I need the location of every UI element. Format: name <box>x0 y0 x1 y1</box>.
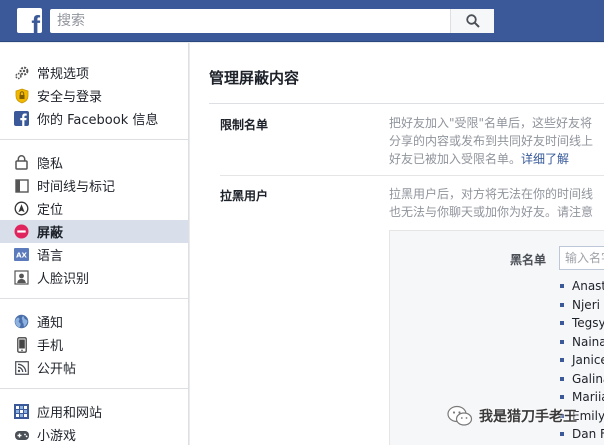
location-icon <box>13 200 30 217</box>
sidebar-item-general[interactable]: 常规选项 <box>0 61 188 84</box>
sidebar-item-blocking[interactable]: 屏蔽 <box>0 220 188 243</box>
restricted-list-description: 把好友加入"受限"名单后，这些好友将 分享的内容或发布到共同好友时间线上 好友已… <box>389 114 593 168</box>
sidebar-item-privacy[interactable]: 隐私 <box>0 151 188 174</box>
restricted-line-3-text: 好友已被加入受限名单。 <box>389 152 522 166</box>
watermark-text: 我是猎刀手老王 <box>479 409 577 425</box>
blacklist-label: 黑名单 <box>510 253 547 267</box>
sidebar-item-label: 隐私 <box>37 157 64 172</box>
block-users-label: 拉黑用户 <box>220 189 269 203</box>
facebook-icon <box>13 110 30 127</box>
sidebar-item-label: 你的 Facebook 信息 <box>37 113 159 128</box>
sidebar-item-apps[interactable]: 应用和网站 <box>0 400 188 423</box>
block-users-description: 拉黑用户后，对方将无法在你的时间线 也无法与你聊天或加你为好友。请注意 <box>389 185 593 221</box>
restricted-line-1: 把好友加入"受限"名单后，这些好友将 <box>389 116 593 130</box>
sidebar-item-security[interactable]: 安全与登录 <box>0 84 188 107</box>
page-title: 管理屏蔽内容 <box>209 69 300 87</box>
sidebar-item-label: 语言 <box>37 249 64 264</box>
sidebar-item-public-posts[interactable]: 公开帖 <box>0 356 188 379</box>
sidebar-item-notifications[interactable]: 通知 <box>0 310 188 333</box>
search-input[interactable] <box>50 9 446 33</box>
block-users-line-1: 拉黑用户后，对方将无法在你的时间线 <box>389 187 594 201</box>
block-users-line-2: 也无法与你聊天或加你为好友。请注意 <box>389 205 594 219</box>
bullet-icon <box>560 376 564 381</box>
face-icon <box>13 269 30 286</box>
sidebar-item-label: 安全与登录 <box>37 90 103 105</box>
sidebar-item-label: 人脸识别 <box>37 272 90 287</box>
bullet-icon <box>560 302 564 307</box>
watermark: 我是猎刀手老王 <box>447 405 577 427</box>
sidebar-item-location[interactable]: 定位 <box>0 197 188 220</box>
bullet-icon <box>560 284 564 289</box>
bullet-icon <box>560 432 564 437</box>
restricted-line-2: 分享的内容或发布到共同好友时间线上 <box>389 134 594 148</box>
bullet-icon <box>560 321 564 326</box>
sidebar-item-instant-games[interactable]: 小游戏 <box>0 423 188 445</box>
top-bar: f <box>0 0 604 42</box>
sidebar-item-mobile[interactable]: 手机 <box>0 333 188 356</box>
sidebar-item-label: 屏蔽 <box>37 226 64 241</box>
facebook-logo[interactable]: f <box>17 8 42 33</box>
block-icon <box>13 223 30 240</box>
wechat-icon <box>447 405 473 426</box>
sidebar-group-account: 常规选项 安全与登录 你的 Facebook 信息 <box>0 43 188 140</box>
list-item[interactable]: Galina <box>560 370 604 389</box>
list-item[interactable]: Mariia <box>560 388 604 407</box>
list-item[interactable]: Dan F <box>560 425 604 444</box>
list-item[interactable]: Njeri W <box>560 296 604 315</box>
timeline-icon <box>13 177 30 194</box>
sidebar-item-label: 通知 <box>37 316 64 331</box>
lock-icon <box>13 154 30 171</box>
bullet-icon <box>560 339 564 344</box>
section-divider <box>220 175 604 176</box>
sidebar-group-apps: 应用和网站 小游戏 <box>0 389 188 445</box>
bullet-icon <box>560 358 564 363</box>
list-item[interactable]: Janice <box>560 351 604 370</box>
main-content: 管理屏蔽内容 限制名单 把好友加入"受限"名单后，这些好友将 分享的内容或发布到… <box>190 43 604 445</box>
sidebar-item-label: 常规选项 <box>37 67 90 82</box>
search-icon <box>465 14 480 28</box>
sidebar-item-label: 定位 <box>37 203 64 218</box>
search-box <box>50 9 494 33</box>
gears-icon <box>13 64 30 81</box>
bullet-icon <box>560 395 564 400</box>
sidebar-item-timeline[interactable]: 时间线与标记 <box>0 174 188 197</box>
title-divider <box>209 103 604 104</box>
blocked-user-name: Njeri W <box>572 297 604 312</box>
sidebar-item-label: 应用和网站 <box>37 406 103 421</box>
sidebar-item-label: 时间线与标记 <box>37 180 116 195</box>
blocked-user-name: Janice <box>572 353 604 368</box>
games-icon <box>13 426 30 443</box>
rss-icon <box>13 359 30 376</box>
blocked-user-name: Naina <box>572 334 604 349</box>
facebook-logo-letter: f <box>31 10 40 33</box>
shield-icon <box>13 87 30 104</box>
blocked-user-name: Tegsy <box>572 316 604 331</box>
search-button[interactable] <box>450 9 494 33</box>
sidebar-item-face-recognition[interactable]: 人脸识别 <box>0 266 188 289</box>
blacklist-name-input[interactable] <box>559 246 604 270</box>
blocked-user-name: Galina <box>572 371 604 386</box>
sidebar-item-facebook-info[interactable]: 你的 Facebook 信息 <box>0 107 188 130</box>
list-item[interactable]: Anast <box>560 277 604 296</box>
list-item[interactable]: Naina <box>560 333 604 352</box>
sidebar-item-label: 手机 <box>37 339 64 354</box>
sidebar-item-language[interactable]: AX 语言 <box>0 243 188 266</box>
sidebar-item-label: 公开帖 <box>37 362 77 377</box>
language-icon: AX <box>13 246 30 263</box>
globe-icon <box>13 313 30 330</box>
sidebar-item-label: 小游戏 <box>37 429 77 444</box>
list-item[interactable]: Tegsy <box>560 314 604 333</box>
apps-icon <box>13 403 30 420</box>
blocked-user-name: Anast <box>572 279 604 294</box>
learn-more-link[interactable]: 详细了解 <box>521 152 569 166</box>
settings-sidebar: 常规选项 安全与登录 你的 Facebook 信息 隐私 时间线与标记 定位 屏… <box>0 43 189 445</box>
sidebar-group-privacy: 隐私 时间线与标记 定位 屏蔽 AX 语言 人脸识别 <box>0 140 188 299</box>
restricted-list-label: 限制名单 <box>220 118 269 132</box>
svg-text:AX: AX <box>16 252 27 260</box>
blocked-user-name: Dan F <box>572 427 604 442</box>
restricted-line-3: 好友已被加入受限名单。详细了解 <box>389 150 593 168</box>
blocked-user-name: Mariia <box>572 390 604 405</box>
sidebar-group-notifications: 通知 手机 公开帖 <box>0 299 188 389</box>
phone-icon <box>13 336 30 353</box>
